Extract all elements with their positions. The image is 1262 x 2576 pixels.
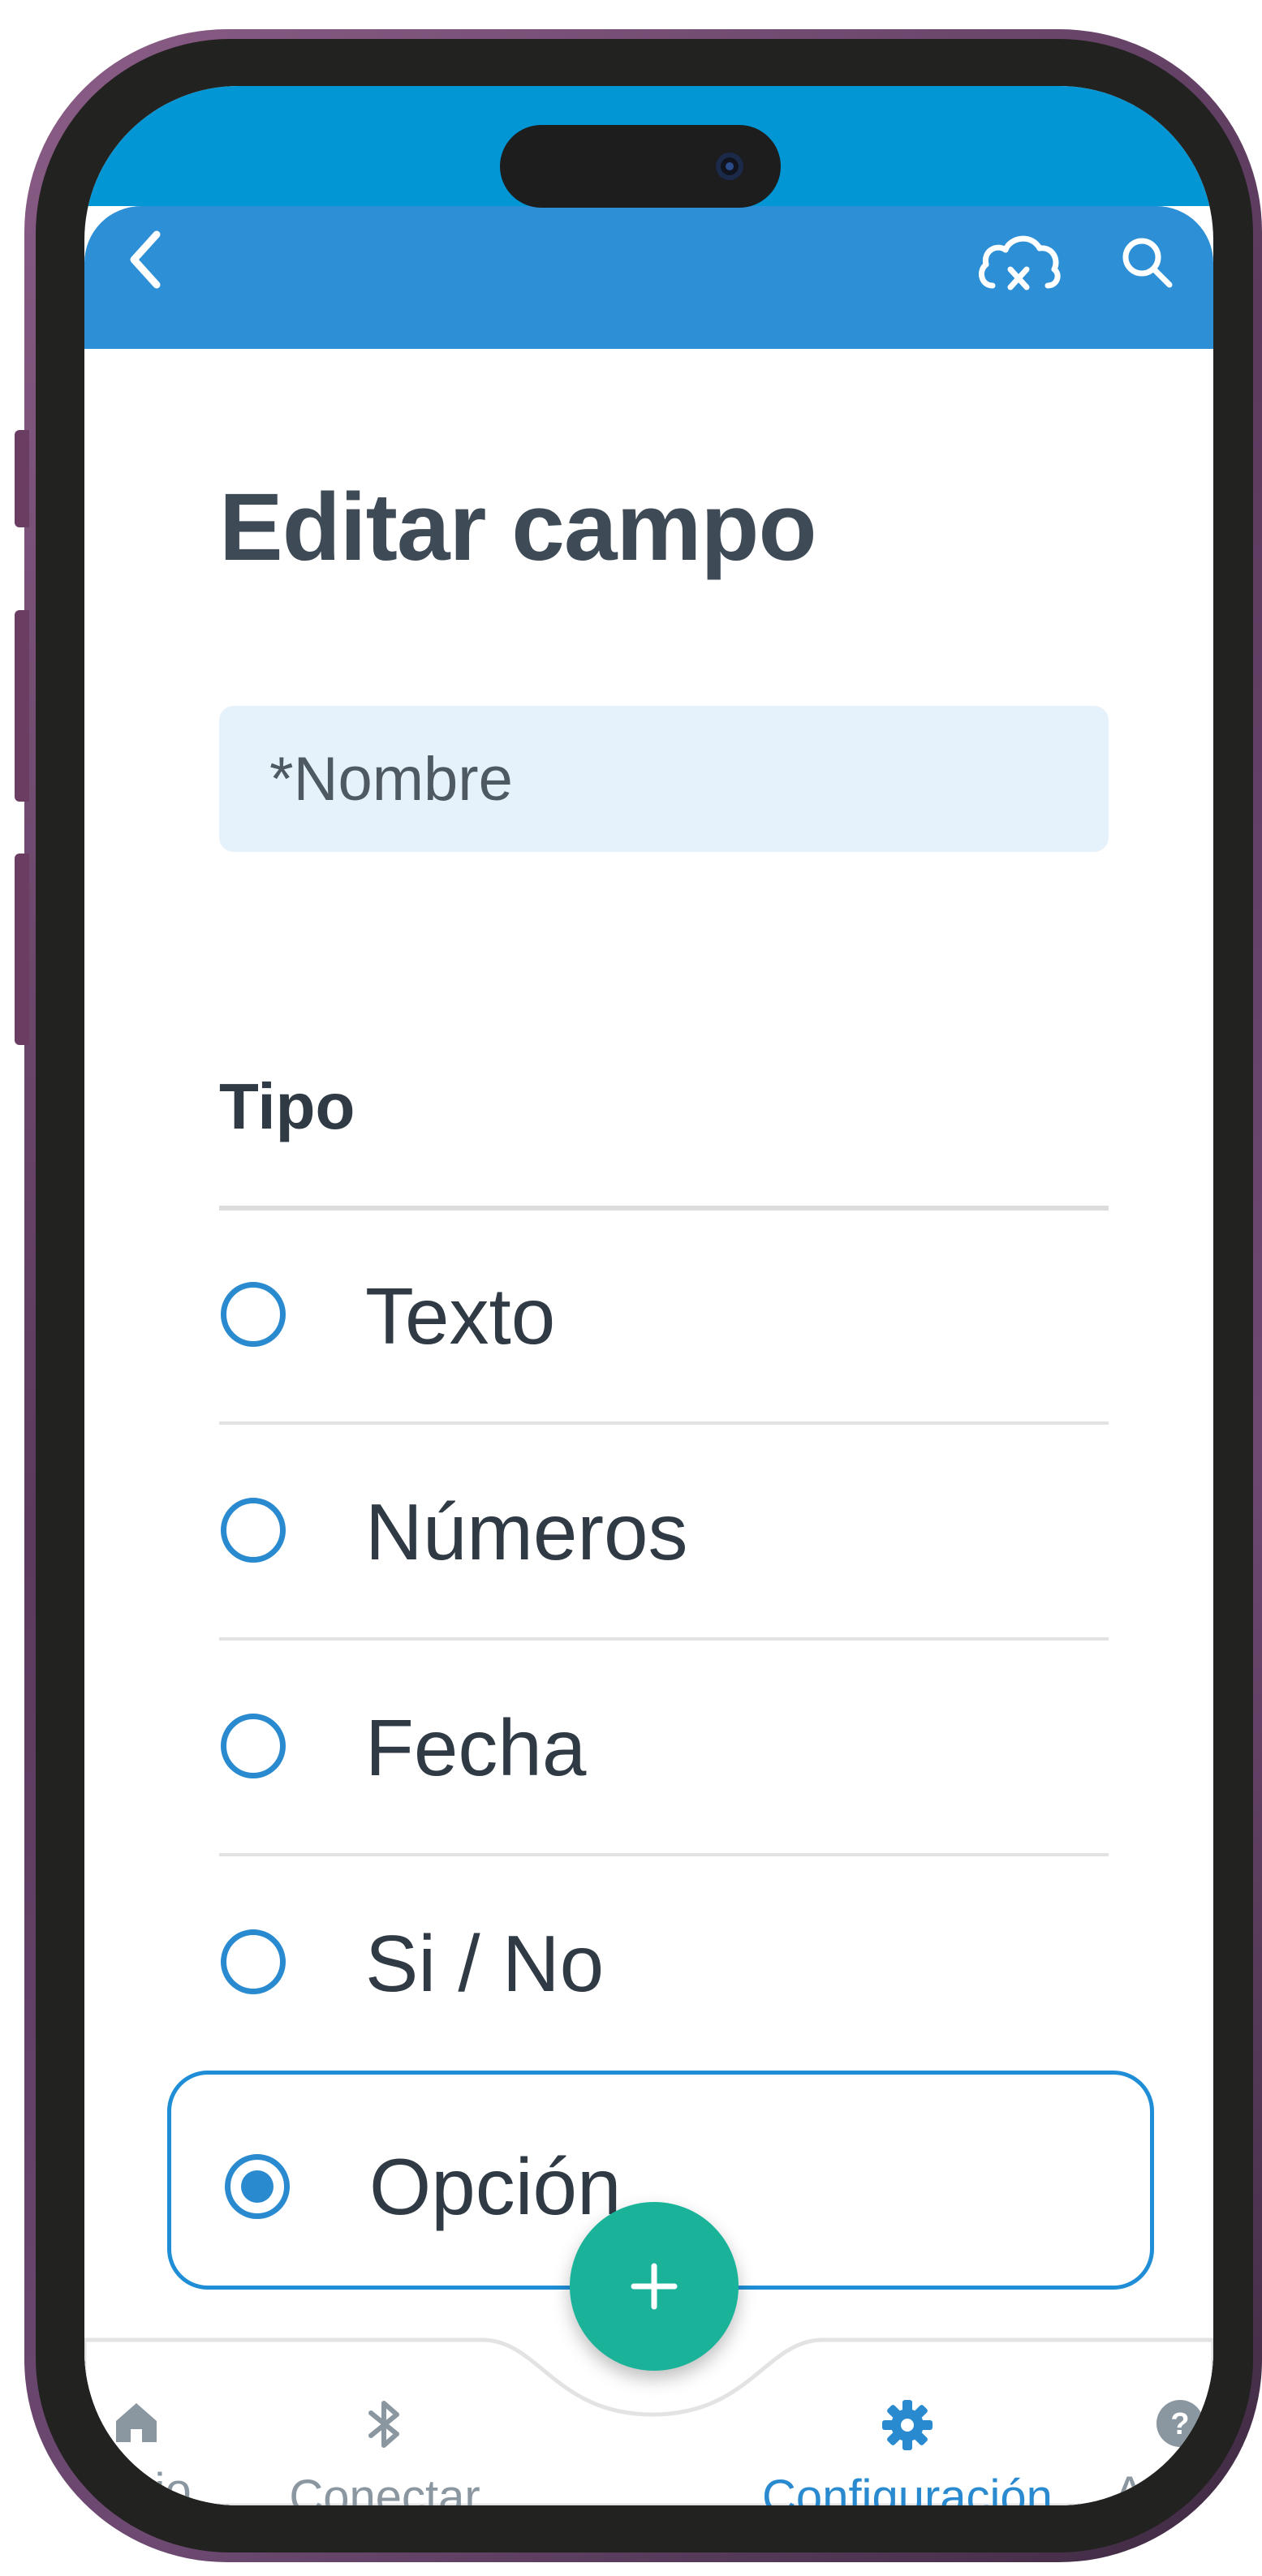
radio-button[interactable] <box>221 1282 286 1347</box>
back-button[interactable] <box>109 219 182 300</box>
search-icon <box>1122 238 1173 288</box>
nav-label: Conectar <box>289 2471 480 2505</box>
type-option-numeros[interactable]: Números <box>219 1428 1109 1641</box>
help-icon: ? <box>1156 2400 1204 2447</box>
svg-text:?: ? <box>1170 2407 1189 2441</box>
type-section-label: Tipo <box>219 1070 355 1142</box>
nav-item-inicio[interactable]: Inicio <box>84 2398 234 2505</box>
nav-item-ayuda[interactable]: ? Ayuda <box>1083 2398 1213 2505</box>
option-label: Opción <box>369 2142 622 2231</box>
row-divider <box>219 1421 1109 1425</box>
row-divider <box>219 1637 1109 1641</box>
option-label: Texto <box>365 1271 556 1361</box>
chevron-left-icon <box>130 230 161 289</box>
row-divider <box>219 1853 1109 1856</box>
option-label: Si / No <box>365 1919 605 2008</box>
side-button-volume-down <box>15 854 29 1045</box>
section-divider <box>219 1206 1109 1211</box>
front-camera <box>716 153 743 180</box>
plus-icon <box>631 2263 678 2310</box>
nav-label: Inicio <box>84 2464 192 2505</box>
type-option-texto[interactable]: Texto <box>219 1212 1109 1425</box>
radio-button[interactable] <box>221 1498 286 1563</box>
option-label: Fecha <box>365 1703 587 1792</box>
add-fab-button[interactable] <box>570 2202 739 2371</box>
radio-button-selected[interactable] <box>225 2154 290 2219</box>
gear-icon <box>882 2400 933 2450</box>
cloud-off-icon <box>978 235 1061 290</box>
bluetooth-icon <box>368 2401 399 2448</box>
search-button[interactable] <box>1104 219 1193 308</box>
nav-item-configuracion[interactable]: Configuración <box>753 2398 1062 2505</box>
radio-button[interactable] <box>221 1929 286 1994</box>
nav-label: Ayuda <box>1113 2467 1213 2505</box>
name-field[interactable]: *Nombre <box>219 706 1109 852</box>
nav-item-conectar[interactable]: Conectar <box>287 2398 482 2505</box>
type-option-si-no[interactable]: Si / No <box>219 1860 1109 2072</box>
home-icon <box>116 2403 157 2442</box>
type-option-fecha[interactable]: Fecha <box>219 1644 1109 1856</box>
side-button-action <box>15 430 29 527</box>
side-button-volume-up <box>15 610 29 802</box>
dynamic-island <box>500 125 781 208</box>
radio-button[interactable] <box>221 1714 286 1778</box>
page-title: Editar campo <box>219 474 817 581</box>
cloud-sync-button[interactable] <box>971 217 1068 307</box>
nav-label: Configuración <box>762 2471 1053 2505</box>
name-field-placeholder: *Nombre <box>269 744 513 814</box>
option-label: Números <box>365 1487 688 1576</box>
